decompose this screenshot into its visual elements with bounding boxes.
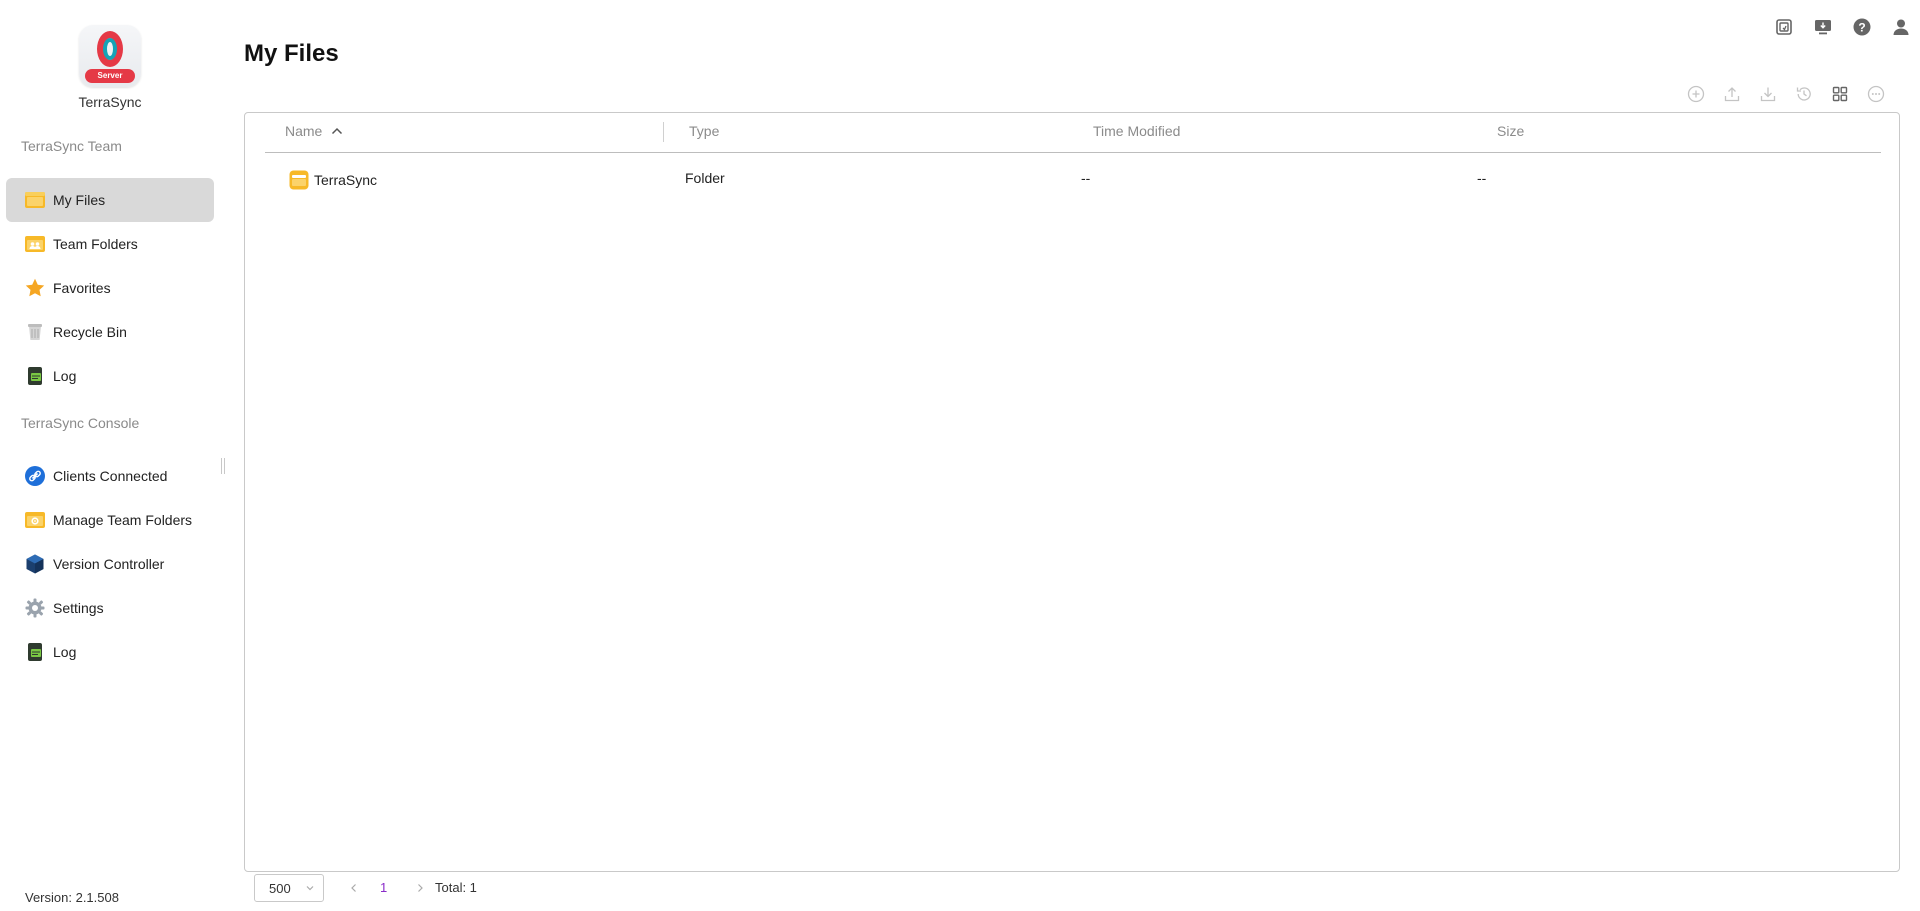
sidebar-item-label: Favorites (53, 280, 111, 296)
table-row[interactable]: TerraSync Folder -- -- (265, 161, 1881, 197)
column-header-type[interactable]: Type (689, 123, 719, 139)
download-icon[interactable] (1758, 84, 1777, 103)
upload-icon[interactable] (1722, 84, 1741, 103)
sidebar-item-recycle-bin[interactable]: Recycle Bin (6, 310, 214, 354)
page-number[interactable]: 1 (380, 874, 387, 902)
logo-badge: Server (85, 69, 135, 83)
next-page-button[interactable] (410, 874, 430, 902)
column-header-label: Type (689, 123, 720, 139)
sidebar-item-label: Team Folders (53, 236, 138, 252)
sidebar-item-team-folders[interactable]: Team Folders (6, 222, 214, 266)
column-header-time-modified[interactable]: Time Modified (1093, 123, 1180, 139)
column-header-label: Size (1497, 123, 1525, 139)
app-logo: Server (79, 25, 141, 87)
background-tasks-icon[interactable] (1773, 16, 1795, 38)
table-header: Name Type Time Modified Size (265, 113, 1881, 153)
sidebar-item-version-controller[interactable]: Version Controller (6, 542, 214, 586)
user-icon[interactable] (1890, 16, 1912, 38)
gear-icon (24, 597, 46, 619)
page-title: My Files (244, 40, 339, 67)
header-actions: ? (1773, 16, 1912, 38)
chevron-right-icon (418, 884, 423, 892)
sidebar-item-log[interactable]: Log (6, 354, 214, 398)
sidebar-resize-handle[interactable] (221, 458, 225, 474)
section-label-team: TerraSync Team (21, 138, 122, 154)
more-icon[interactable] (1866, 84, 1885, 103)
sidebar-item-label: Recycle Bin (53, 324, 127, 340)
sidebar-item-manage-team-folders[interactable]: Manage Team Folders (6, 498, 214, 542)
sidebar-item-settings[interactable]: Settings (6, 586, 214, 630)
sidebar-item-label: Log (53, 644, 77, 660)
team-folder-icon (24, 233, 46, 255)
add-icon[interactable] (1686, 84, 1705, 103)
cube-icon (24, 553, 46, 575)
star-icon (24, 277, 46, 299)
time-modified-cell: -- (1081, 170, 1091, 186)
column-header-label: Time Modified (1093, 123, 1181, 139)
sidebar-item-label: Log (53, 368, 77, 384)
file-list-panel: Name Type Time Modified Size TerraSync F… (244, 112, 1900, 872)
grid-view-icon[interactable] (1830, 84, 1849, 103)
prev-page-button[interactable] (344, 874, 364, 902)
sidebar-item-favorites[interactable]: Favorites (6, 266, 214, 310)
file-toolbar (1686, 84, 1885, 103)
column-header-name[interactable]: Name (285, 123, 344, 139)
sidebar-item-label: Clients Connected (53, 468, 168, 484)
version-label: Version: 2.1.508 (25, 890, 119, 905)
sidebar-item-label: Settings (53, 600, 104, 616)
page-size-select[interactable]: 500 (254, 874, 324, 902)
column-header-label: Name (285, 123, 323, 139)
chevron-down-icon (306, 886, 314, 891)
sidebar-item-label: Version Controller (53, 556, 165, 572)
log-icon (24, 641, 46, 663)
sidebar-item-clients-connected[interactable]: Clients Connected (6, 454, 214, 498)
section-label-console: TerraSync Console (21, 415, 140, 431)
recycle-bin-icon (24, 321, 46, 343)
name-cell: TerraSync (289, 170, 377, 190)
history-icon[interactable] (1794, 84, 1813, 103)
help-icon[interactable]: ? (1851, 16, 1873, 38)
svg-text:?: ? (1858, 21, 1865, 35)
column-header-size[interactable]: Size (1497, 123, 1524, 139)
link-icon (24, 465, 46, 487)
sort-ascending-icon (332, 127, 343, 135)
sidebar-item-console-log[interactable]: Log (6, 630, 214, 674)
file-name: TerraSync (314, 172, 378, 188)
chevron-left-icon (351, 884, 356, 892)
log-icon (24, 365, 46, 387)
sidebar-item-label: My Files (53, 192, 106, 208)
folder-icon (24, 189, 46, 211)
page-size-value: 500 (269, 880, 291, 896)
folder-icon (289, 170, 309, 190)
manage-folder-icon (24, 509, 46, 531)
sidebar: Server TerraSync TerraSync Team My Files… (0, 0, 220, 911)
column-resize-divider[interactable] (663, 122, 664, 142)
sidebar-item-label: Manage Team Folders (53, 512, 193, 528)
type-cell: Folder (685, 170, 725, 186)
app-name: TerraSync (78, 94, 142, 110)
total-count: Total: 1 (435, 880, 477, 895)
sidebar-item-my-files[interactable]: My Files (6, 178, 214, 222)
brand: Server TerraSync (78, 25, 142, 110)
remote-desktop-icon[interactable] (1812, 16, 1834, 38)
size-cell: -- (1477, 170, 1487, 186)
